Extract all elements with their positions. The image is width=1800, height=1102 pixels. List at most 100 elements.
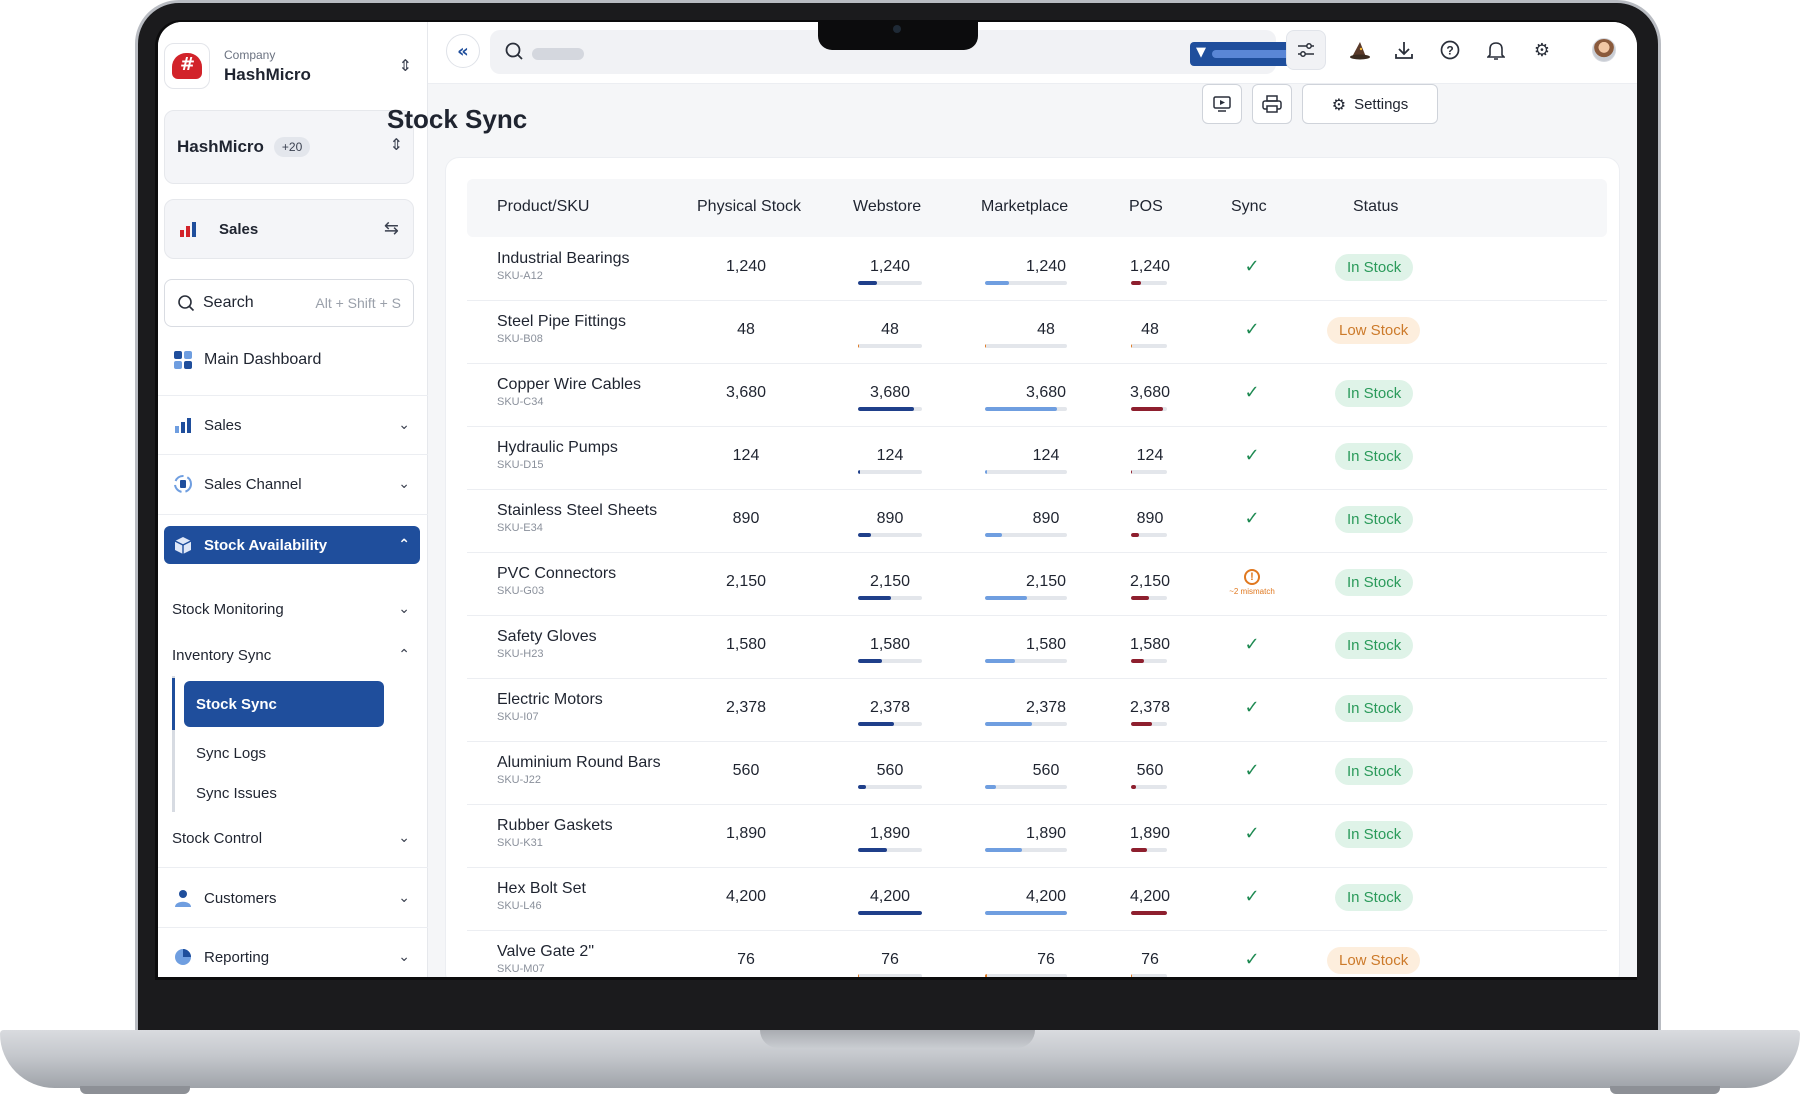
company-name: HashMicro — [224, 64, 311, 84]
svg-text:?: ? — [1446, 44, 1453, 58]
sidebar-item-main-dashboard[interactable]: Main Dashboard — [164, 340, 420, 380]
dashboard-icon — [172, 349, 194, 371]
webstore-value: 4,200 — [869, 888, 911, 905]
workspace-switcher[interactable]: HashMicro +20 ⇕ — [164, 110, 414, 184]
sidebar-item-label: Inventory Sync — [172, 646, 272, 664]
search-shortcut-hint: Alt + Shift + S — [315, 295, 401, 311]
company-selector[interactable]: Company HashMicro ⇕ — [164, 36, 422, 96]
adjust-filters-button[interactable] — [1286, 30, 1326, 70]
product-name: Steel Pipe Fittings — [497, 313, 626, 330]
avatar[interactable] — [1592, 38, 1616, 62]
swap-icon[interactable]: ⇆ — [384, 218, 399, 239]
sidebar-item-stock-monitoring[interactable]: Stock Monitoring ⌄ — [164, 592, 420, 626]
laptop-foot — [1610, 1086, 1720, 1094]
sidebar-item-sales-channel[interactable]: Sales Channel ⌄ — [164, 464, 420, 504]
camera — [893, 25, 901, 33]
table-row[interactable]: Valve Gate 2" SKU-M07 76 76 76 76 ✓ Low Stock — [467, 931, 1607, 977]
sidebar-item-inventory-sync[interactable]: Inventory Sync ⌃ — [164, 638, 420, 672]
divider — [158, 927, 428, 928]
notifications-button[interactable] — [1476, 30, 1516, 70]
laptop-foot — [80, 1086, 190, 1094]
sidebar-item-stock-control[interactable]: Stock Control ⌄ — [164, 821, 420, 855]
table-row[interactable]: Rubber Gaskets SKU-K31 1,890 1,890 1,890 1,89… — [467, 805, 1607, 868]
gear-icon: ⚙ — [1331, 94, 1347, 114]
table-row[interactable]: Aluminium Round Bars SKU-J22 560 560 560 560 ✓… — [467, 742, 1607, 805]
webstore-level-bar — [858, 407, 922, 411]
marketplace-value: 76 — [1037, 951, 1055, 968]
sidebar-item-customers[interactable]: Customers ⌄ — [164, 878, 420, 918]
print-button[interactable] — [1252, 84, 1292, 124]
marketplace-level-bar — [985, 659, 1067, 663]
physical-stock-value: 1,240 — [725, 258, 767, 275]
table-row[interactable]: Electric Motors SKU-I07 2,378 2,378 2,378 2,3… — [467, 679, 1607, 742]
chevron-updown-icon: ⇕ — [398, 56, 412, 75]
pos-level-bar — [1131, 596, 1167, 600]
product-name: Safety Gloves — [497, 628, 597, 645]
marketplace-value: 1,580 — [1025, 636, 1067, 653]
table-row[interactable]: Safety Gloves SKU-H23 1,580 1,580 1,580 1,580… — [467, 616, 1607, 679]
pos-value: 2,378 — [1129, 699, 1171, 716]
pos-value: 560 — [1136, 762, 1164, 779]
sidebar-item-sync-issues[interactable]: Sync Issues — [184, 770, 384, 816]
table-row[interactable]: Stainless Steel Sheets SKU-E34 890 890 890 89… — [467, 490, 1607, 553]
help-button[interactable]: ? — [1430, 30, 1470, 70]
sidebar-item-sales[interactable]: Sales ⌄ — [164, 405, 420, 445]
table-row[interactable]: Copper Wire Cables SKU-C34 3,680 3,680 3,680… — [467, 364, 1607, 427]
page-title: Stock Sync — [387, 104, 528, 134]
product-name: Rubber Gaskets — [497, 817, 613, 834]
settings-label: Settings — [1354, 95, 1409, 113]
pos-level-bar — [1131, 344, 1167, 348]
company-logo — [164, 43, 210, 89]
sidebar-item-reporting[interactable]: Reporting ⌄ — [164, 937, 420, 977]
column-header-webstore[interactable]: Webstore — [853, 198, 921, 216]
sync-warning[interactable]: ! ~2 mismatch — [1222, 567, 1282, 596]
table-row[interactable]: Hydraulic Pumps SKU-D15 124 124 124 124 ✓ In St… — [467, 427, 1607, 490]
status-badge: In Stock — [1335, 632, 1414, 659]
gear-icon: ⚙ — [1533, 39, 1551, 61]
table-row[interactable]: Industrial Bearings SKU-A12 1,240 1,240 1,24… — [467, 238, 1607, 301]
column-header-status[interactable]: Status — [1353, 198, 1398, 216]
column-header-marketplace[interactable]: Marketplace — [981, 198, 1068, 216]
assistant-button[interactable] — [1340, 30, 1380, 70]
sidebar-item-stock-availability[interactable]: Stock Availability ⌃ — [164, 526, 420, 564]
product-name: Electric Motors — [497, 691, 603, 708]
table-row[interactable]: Steel Pipe Fittings SKU-B08 48 48 48 48 ✓ Low S… — [467, 301, 1607, 364]
status-badge: In Stock — [1335, 695, 1414, 722]
download-button[interactable] — [1384, 30, 1424, 70]
status-badge: In Stock — [1335, 884, 1414, 911]
webstore-value: 1,240 — [869, 258, 911, 275]
marketplace-level-bar — [985, 533, 1067, 537]
settings-gear-button[interactable]: ⚙ — [1522, 30, 1562, 70]
settings-button[interactable]: ⚙ Settings — [1302, 84, 1438, 124]
column-header-pos[interactable]: POS — [1129, 198, 1163, 216]
webstore-value: 1,890 — [869, 825, 911, 842]
monitor-icon — [1213, 96, 1231, 112]
chevron-down-icon: ⌄ — [398, 890, 410, 906]
check-icon: ✓ — [1244, 823, 1260, 844]
column-header-physical-stock[interactable]: Physical Stock — [697, 198, 801, 216]
pos-level-bar — [1131, 407, 1167, 411]
webstore-level-bar — [858, 470, 922, 474]
module-switcher[interactable]: Sales ⇆ — [164, 199, 414, 259]
column-header-sync[interactable]: Sync — [1231, 198, 1267, 216]
pie-chart-icon — [172, 946, 194, 968]
download-icon — [1395, 42, 1413, 59]
table-row[interactable]: PVC Connectors SKU-G03 2,150 2,150 2,150 2,15… — [467, 553, 1607, 616]
sidebar-search-input[interactable]: Search Alt + Shift + S — [164, 279, 414, 327]
sidebar-item-label: Reporting — [204, 948, 270, 966]
sidebar-item-label: Stock Availability — [204, 536, 328, 554]
table-row[interactable]: Hex Bolt Set SKU-L46 4,200 4,200 4,200 4,200 ✓… — [467, 868, 1607, 931]
marketplace-value: 890 — [1032, 510, 1060, 527]
marketplace-value: 2,378 — [1025, 699, 1067, 716]
sidebar-item-stock-sync[interactable]: Stock Sync — [184, 681, 384, 727]
product-sku: SKU-H23 — [497, 648, 544, 660]
marketplace-level-bar — [985, 344, 1067, 348]
column-header-product[interactable]: Product/SKU — [497, 198, 589, 216]
check-icon: ✓ — [1244, 886, 1260, 907]
preview-button[interactable] — [1202, 84, 1242, 124]
webstore-value: 48 — [881, 321, 899, 338]
check-icon: ✓ — [1244, 382, 1260, 403]
check-icon: ✓ — [1244, 949, 1260, 970]
collapse-sidebar-button[interactable]: « — [446, 34, 480, 68]
help-icon: ? — [1440, 40, 1460, 60]
